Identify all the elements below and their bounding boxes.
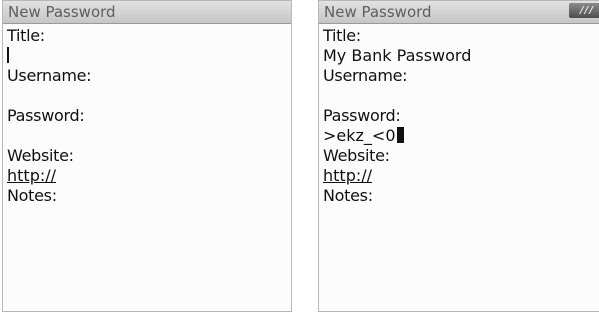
title-bar: New Password /// [319,1,599,24]
password-field[interactable] [7,126,291,146]
notes-field[interactable] [323,206,599,226]
title-field[interactable] [7,46,291,66]
title-label: Title: [323,26,361,45]
text-cursor [396,127,404,143]
website-label: Website: [323,146,390,165]
password-label: Password: [323,106,401,125]
username-label: Username: [7,66,92,85]
signal-indicator: /// [569,3,599,18]
text-cursor [7,47,9,63]
password-form: Title: My Bank Password Username: Passwo… [319,24,599,226]
title-label: Title: [7,26,45,45]
screen-title: New Password [8,3,116,21]
password-field[interactable]: >ekz_<0 [323,126,599,146]
notes-label: Notes: [7,186,57,205]
username-label: Username: [323,66,408,85]
username-field[interactable] [7,86,291,106]
new-password-screen-left: New Password Title: Username: Password: … [2,0,292,312]
title-bar: New Password [3,1,291,24]
new-password-screen-right: New Password /// Title: My Bank Password… [318,0,599,312]
username-field[interactable] [323,86,599,106]
website-label: Website: [7,146,74,165]
notes-field[interactable] [7,206,291,226]
password-value: >ekz_<0 [323,126,396,145]
website-field[interactable]: http:// [323,166,599,186]
website-field[interactable]: http:// [7,166,291,186]
password-label: Password: [7,106,85,125]
title-field[interactable]: My Bank Password [323,46,599,66]
screen-title: New Password [324,3,432,21]
notes-label: Notes: [323,186,373,205]
password-form: Title: Username: Password: Website: http… [3,24,291,226]
